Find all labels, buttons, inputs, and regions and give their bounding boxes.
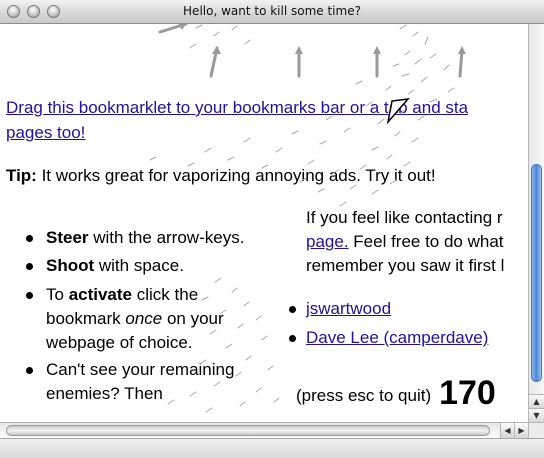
browser-window: Hello, want to kill some time? Drag this… — [0, 0, 544, 458]
score-counter: 170 — [439, 374, 496, 412]
bullet-icon — [26, 235, 33, 242]
contact-line-3: remember you saw it first l — [306, 256, 505, 275]
list-item-steer: Steer with the arrow-keys. — [46, 226, 244, 250]
status-bar — [0, 438, 544, 458]
author-link-camperdave[interactable]: Dave Lee (camperdave) — [306, 328, 488, 347]
vertical-scroll-thumb[interactable] — [531, 164, 542, 382]
horizontal-scrollbar[interactable]: ◀ ▶ — [0, 422, 528, 438]
contact-line-2: page. Feel free to do what — [306, 230, 504, 254]
scroll-up-arrow-icon[interactable]: ▲ — [529, 394, 544, 408]
list-item-enemies-line-2: enemies? Then — [46, 384, 163, 403]
tip-text: It works great for vaporizing annoying a… — [36, 166, 436, 185]
resize-corner — [528, 422, 544, 438]
scroll-left-arrow-icon[interactable]: ◀ — [500, 423, 514, 438]
steer-label: Steer — [46, 228, 89, 247]
tip-paragraph: Tip: It works great for vaporizing annoy… — [6, 164, 436, 188]
window-title: Hello, want to kill some time? — [183, 4, 361, 18]
quit-hint: (press esc to quit) — [296, 386, 432, 405]
scroll-right-arrow-icon[interactable]: ▶ — [514, 423, 528, 438]
contact-page-link[interactable]: page. — [306, 232, 349, 251]
activate-post: click the — [132, 285, 199, 304]
title-bar[interactable]: Hello, want to kill some time? — [0, 0, 544, 24]
bullet-icon — [26, 263, 33, 270]
bullet-head — [458, 46, 466, 54]
bullet-icon — [289, 306, 296, 313]
bullet-icon — [26, 292, 33, 299]
steer-text: with the arrow-keys. — [88, 228, 245, 247]
score-display: (press esc to quit) 170 — [296, 374, 496, 413]
activate-label: activate — [68, 285, 133, 304]
page-content: Drag this bookmarklet to your bookmarks … — [0, 24, 528, 422]
shoot-text: with space. — [94, 256, 184, 275]
bookmarklet-link-continued[interactable]: pages too! — [6, 123, 85, 142]
scroll-down-arrow-icon[interactable]: ▼ — [529, 408, 544, 422]
shoot-label: Shoot — [46, 256, 95, 275]
bullet-head — [295, 46, 303, 54]
bullet-trail — [158, 24, 188, 34]
bullet-trail — [209, 46, 219, 78]
bookmarklet-link-line-2[interactable]: pages too! — [6, 121, 85, 145]
tip-label: Tip: — [6, 166, 37, 185]
contact-line-2-text: Feel free to do what — [348, 232, 504, 251]
bullet-heads — [178, 24, 466, 54]
vertical-scrollbar[interactable]: ▲ ▼ — [528, 24, 544, 422]
bullet-head — [178, 24, 186, 30]
list-item-activate-line-2: bookmark once on your — [46, 307, 224, 331]
contact-line-1: If you feel like contacting r — [306, 208, 503, 227]
activate-pre: To — [46, 285, 69, 304]
bullet-head — [373, 46, 381, 54]
bullet-head — [212, 46, 221, 54]
bullet-trail — [458, 48, 464, 78]
list-item-enemies: Can't see your remaining — [46, 360, 235, 379]
horizontal-scroll-thumb[interactable] — [6, 425, 490, 436]
list-item-shoot: Shoot with space. — [46, 254, 184, 278]
list-item-activate-line-3: webpage of choice. — [46, 333, 193, 352]
activate-once: once — [125, 309, 163, 328]
bullet-icon — [26, 367, 33, 374]
author-link-jswartwood[interactable]: jswartwood — [306, 299, 391, 318]
list-item-activate: To activate click the — [46, 283, 198, 307]
activate-line2-pre: bookmark — [46, 309, 126, 328]
author-item[interactable]: jswartwood — [306, 297, 391, 321]
bookmarklet-link[interactable]: Drag this bookmarklet to your bookmarks … — [6, 98, 468, 117]
activate-line2-post: on your — [162, 309, 224, 328]
bookmarklet-link-line-1[interactable]: Drag this bookmarklet to your bookmarks … — [6, 96, 468, 120]
bullet-icon — [289, 335, 296, 342]
author-item[interactable]: Dave Lee (camperdave) — [306, 326, 488, 350]
bullet-trails — [158, 24, 464, 78]
